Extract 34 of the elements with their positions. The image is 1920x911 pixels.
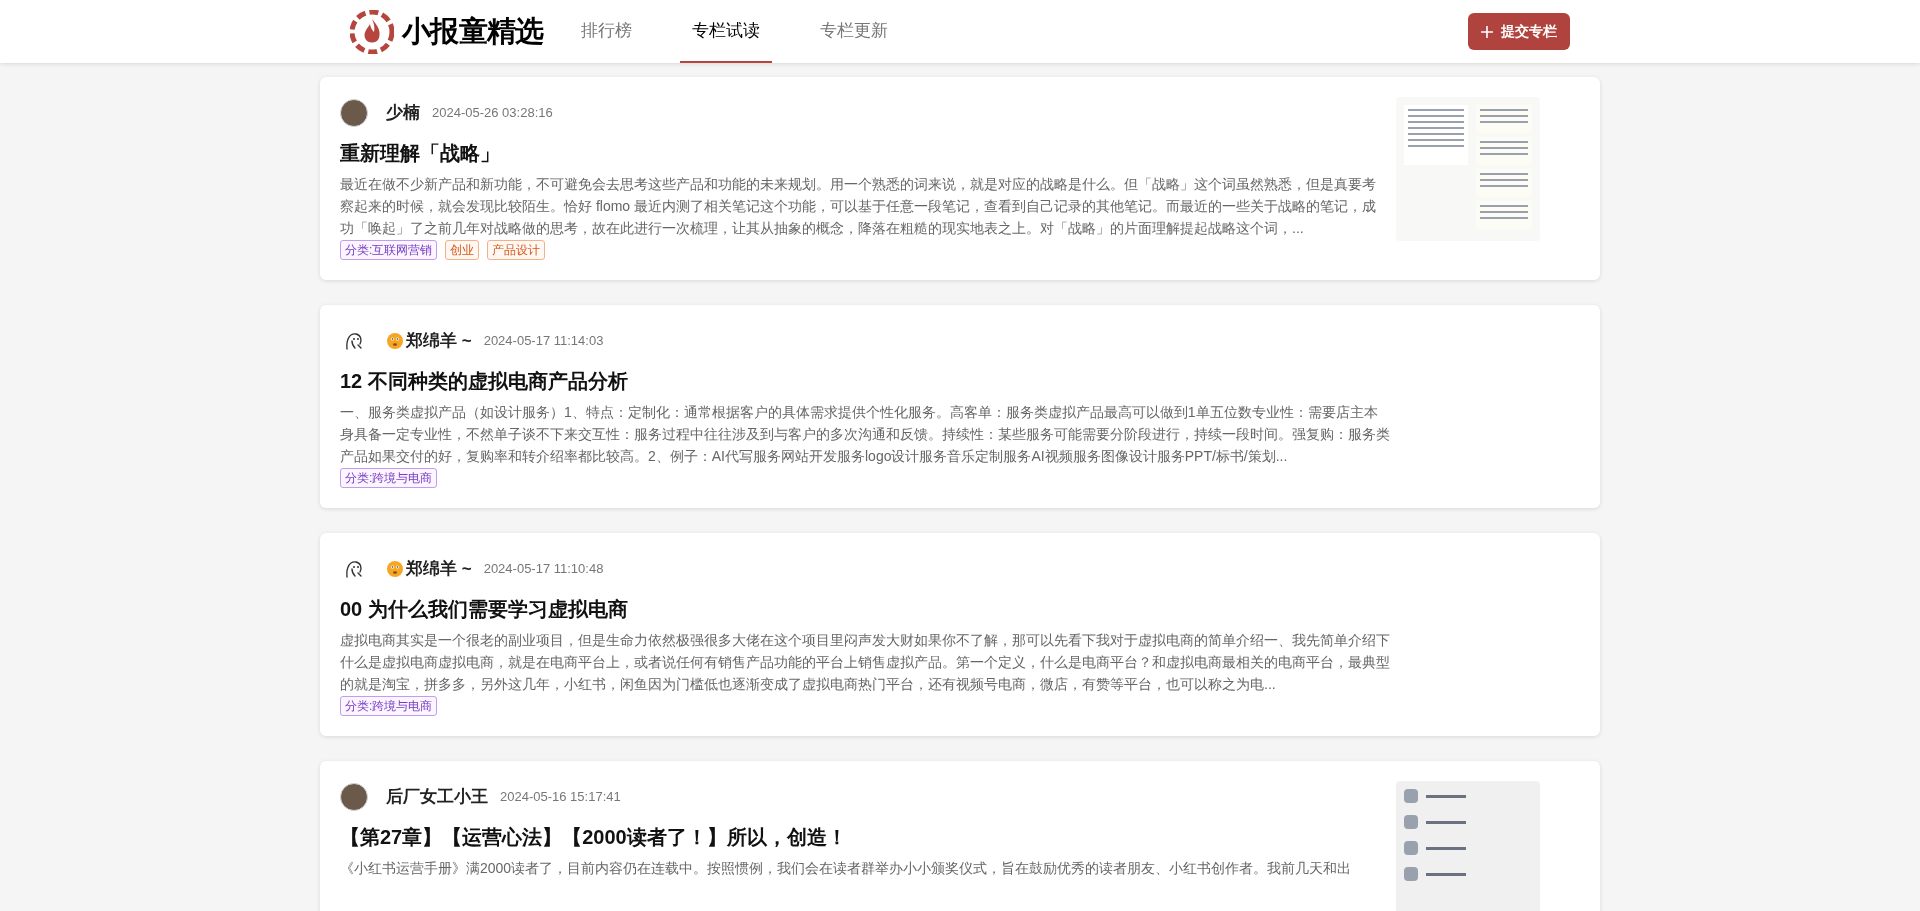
post-title[interactable]: 12 不同种类的虚拟电商产品分析	[340, 367, 1390, 395]
post-excerpt: 《小红书运营手册》满2000读者了，目前内容仍在连载中。按照惯例，我们会在读者群举办小小颁奖仪式，旨在鼓励优秀的读者朋友、小红书创作者。我前几天和出	[340, 859, 1353, 878]
avatar-photo-placeholder	[340, 783, 368, 811]
post-time: 2024-05-17 11:10:48	[483, 560, 604, 579]
tag[interactable]: 分类:跨境与电商	[340, 696, 438, 716]
nav-tab[interactable]: 专栏更新	[808, 0, 901, 63]
tag[interactable]: 分类:互联网营销	[340, 240, 438, 260]
post-title[interactable]: 重新理解「战略」	[340, 139, 1376, 167]
post-card[interactable]	[320, 305, 1600, 508]
submit-column-button[interactable]: 提交专栏	[1468, 13, 1570, 50]
post-title[interactable]: 【第27章】【运营心法】【2000读者了！】所以，创造！	[340, 823, 1376, 851]
post-card[interactable]	[320, 533, 1600, 736]
post-excerpt: 一、服务类虚拟产品（如设计服务）1、特点：定制化：通常根据客户的具体需求提供个性化服务。高客单：服务类虚拟产品最高可以做到1单五位数专业性：需要店主本身具备一定专业性，不然单子谈不下来交互性：服务过程中往往涉及到与客户的多次沟通和反馈。持续性：某些服务可能需要分阶段进行，持续一段时间。强复购：服务类产品如果交付的好，复购率和转介绍率都比较高。2、例子：AI代写服务网站开发服务logo设计服务音乐定制服务AI视频服务图像设计服务PPT/标书/策划...	[340, 403, 1390, 466]
tag[interactable]: 创业	[445, 240, 480, 260]
post-card[interactable]: 后厂女工小王 2024-05-16 15:17:41 【第27章】【运营心法】【2000读者了！】所以，创造！ 《小红书运营手册》满2000读者了，目前内容仍在连载中。按照惯例，我们会在读者群举办小小颁奖仪式，旨在鼓励优秀的读者朋友、小红书创作者。我前几天和出	[320, 761, 1600, 911]
author-name[interactable]: 郑绵羊 ~	[406, 556, 472, 582]
author-name[interactable]: 郑绵羊 ~	[406, 328, 472, 354]
tag[interactable]: 分类:跨境与电商	[340, 468, 438, 488]
plus-icon	[1481, 25, 1493, 38]
post-title[interactable]: 00 为什么我们需要学习虚拟电商	[340, 595, 1390, 623]
avatar-photo-placeholder	[340, 99, 368, 127]
post-time: 2024-05-26 03:28:16	[432, 104, 553, 123]
tag[interactable]: 产品设计	[487, 240, 546, 260]
post-time: 2024-05-16 15:17:41	[500, 788, 621, 807]
brand-name: 小报童精选	[402, 13, 544, 49]
post-excerpt: 最近在做不少新产品和新功能，不可避免会去思考这些产品和功能的未来规划。用一个熟悉的词来说，就是对应的战略是什么。但「战略」这个词虽然熟悉，但是真要考察起来的时候，就会发现比较陌生。恰好 flomo 最近内测了相关笔记这个功能，可以基于任意一段笔记，查看到自己记录的其他笔记。而最近的一些关于战略的笔记，成功「唤起」了之前几年对战略做的思考，故在此进行一次梳理，让其从抽象的概念，降落在粗糙的现实地表之上。对「战略」的片面理解提起战略这个词，...	[340, 175, 1376, 238]
post-excerpt: 虚拟电商其实是一个很老的副业项目，但是生命力依然极强很多大佬在这个项目里闷声发大财如果你不了解，那可以先看下我对于虚拟电商的简单介绍一、我先简单介绍下什么是虚拟电商虚拟电商，就是在电商平台上，或者说任何有销售产品功能的平台上销售虚拟产品。第一个定义，什么是电商平台？和虚拟电商最相关的电商平台，最典型的就是淘宝，拼多多，另外这几年，小红书，闲鱼因为门槛低也逐渐变成了虚拟电商热门平台，还有视频号电商，微店，有赞等平台，也可以称之为电...	[340, 631, 1390, 694]
logo-icon	[350, 9, 394, 54]
nav-tab[interactable]: 排行榜	[569, 0, 645, 63]
post-card[interactable]	[320, 77, 1600, 280]
post-time: 2024-05-17 11:14:03	[483, 332, 604, 351]
author-name[interactable]: 后厂女工小王	[386, 784, 488, 810]
nav-tab[interactable]: 专栏试读	[680, 0, 773, 63]
author-name[interactable]: 少楠	[386, 100, 420, 126]
